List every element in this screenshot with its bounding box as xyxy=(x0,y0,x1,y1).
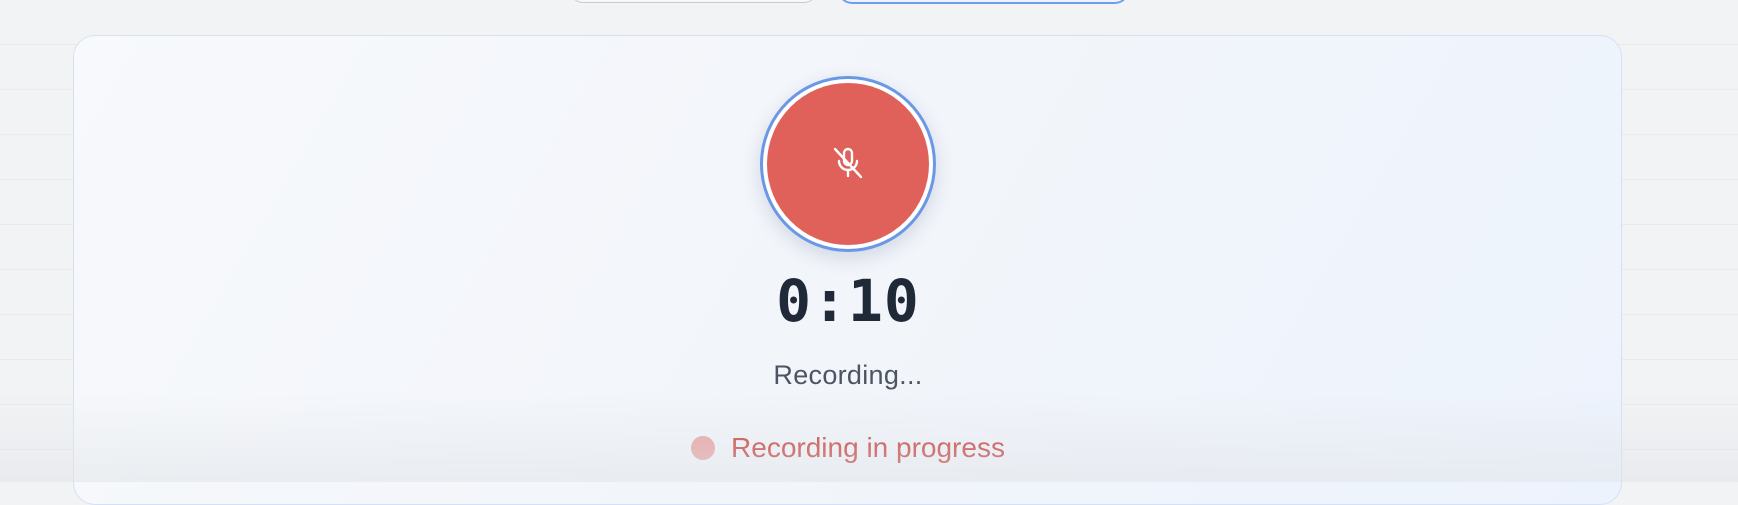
recording-dot-icon xyxy=(691,436,716,460)
tab-right-active[interactable] xyxy=(838,0,1129,4)
record-toggle-button[interactable] xyxy=(760,76,936,252)
recording-status-text: Recording... xyxy=(773,360,923,390)
recording-progress-label: Recording in progress xyxy=(731,432,1005,463)
record-button-face xyxy=(767,83,929,245)
recording-progress-indicator: Recording in progress xyxy=(0,432,1696,464)
microphone-off-icon xyxy=(833,147,863,179)
recording-timer: 0:10 xyxy=(776,267,920,335)
tab-left[interactable] xyxy=(570,0,817,3)
